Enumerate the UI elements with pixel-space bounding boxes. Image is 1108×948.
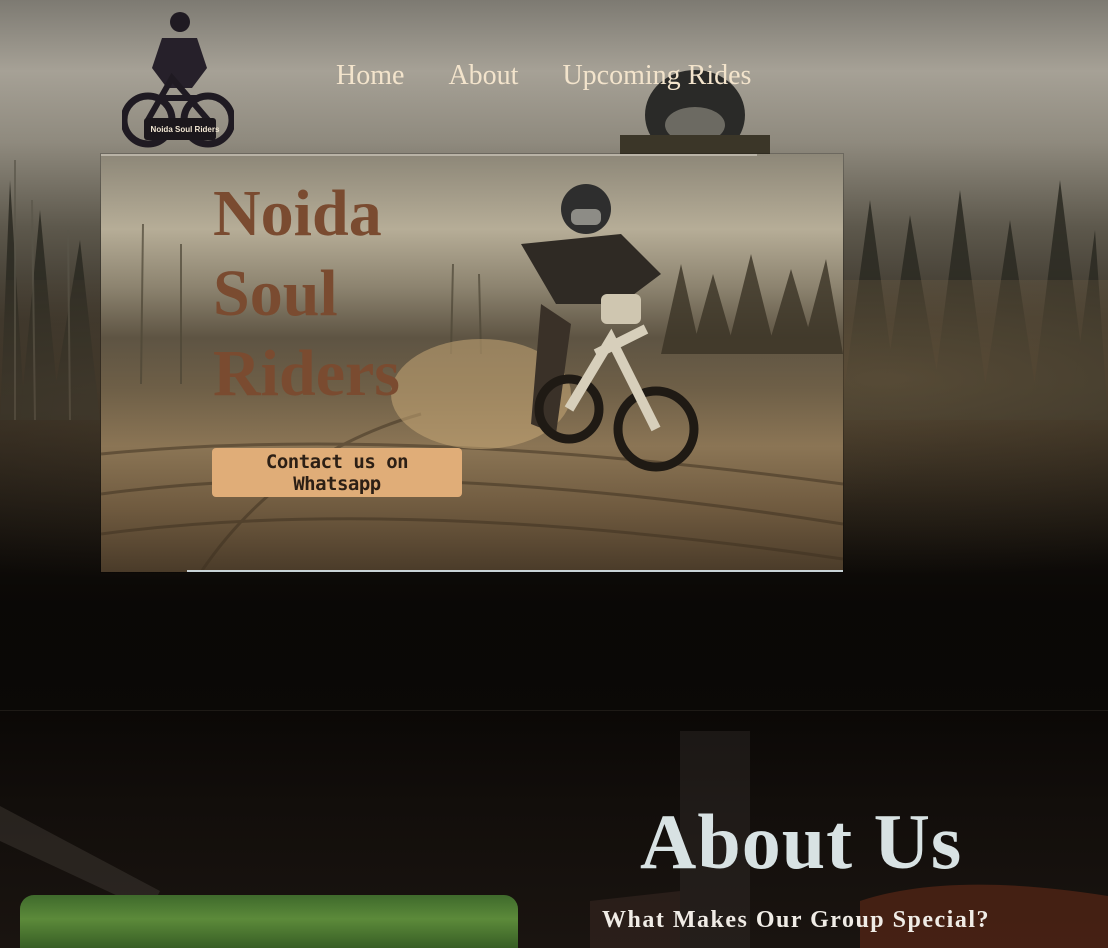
hero-section: Noida Soul Riders Home About Upcoming Ri… xyxy=(0,0,1108,710)
hero-title-line-3: Riders xyxy=(213,337,400,410)
logo-text: Noida Soul Riders xyxy=(150,125,220,134)
about-subtitle: What Makes Our Group Special? xyxy=(602,907,990,933)
hero-card: Noida Soul Riders Contact us on Whatsapp xyxy=(101,154,843,572)
about-title: About Us xyxy=(640,798,963,885)
about-section: About Us What Makes Our Group Special? xyxy=(0,710,1108,948)
hero-title-line-2: Soul xyxy=(213,257,338,330)
hero-title-line-1: Noida xyxy=(213,177,382,250)
hero-title: Noida Soul Riders xyxy=(213,174,453,414)
main-nav: Home About Upcoming Rides xyxy=(336,60,751,92)
card-border-top xyxy=(101,154,757,156)
contact-whatsapp-button[interactable]: Contact us on Whatsapp xyxy=(212,448,462,497)
nav-home-link[interactable]: Home xyxy=(336,60,404,92)
card-border-bottom xyxy=(187,570,843,572)
nav-about-link[interactable]: About xyxy=(448,60,518,92)
about-photo xyxy=(20,895,518,948)
nav-upcoming-rides-link[interactable]: Upcoming Rides xyxy=(562,60,751,92)
